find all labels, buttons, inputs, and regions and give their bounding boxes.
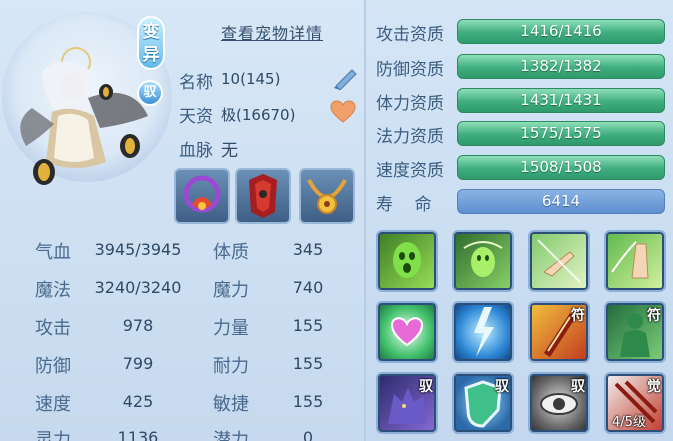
red-armor-icon: [249, 174, 277, 218]
aptitude-label-mana: 法力资质: [376, 127, 444, 147]
skill-yu-eye[interactable]: 驭: [528, 372, 590, 434]
aptitude-bar-attack: 1416/1416: [457, 19, 665, 44]
equip-slot-amulet[interactable]: [299, 168, 355, 224]
palm-icon: [611, 241, 649, 279]
name-label: 名称: [179, 73, 213, 93]
gold-amulet-icon: [307, 179, 347, 214]
aptitude-label-stamina: 体力资质: [376, 94, 444, 114]
skill-heart-shield[interactable]: [376, 301, 438, 363]
skill-tag-fu: 符: [571, 308, 585, 324]
stat-label-hp: 气血: [35, 242, 71, 263]
life-label: 寿 命: [376, 195, 432, 215]
stat-value-speed: 425: [122, 392, 154, 411]
aptitude-bar-mana: 1575/1575: [457, 121, 665, 146]
aptitude-bar-defense: 1382/1382: [457, 54, 665, 79]
aptitude-value: 极(16670): [221, 106, 296, 124]
skill-lightning[interactable]: [452, 301, 514, 363]
ghost-whirl-icon: [463, 241, 503, 277]
skill-tag-jue: 觉: [647, 379, 661, 395]
skill-yu-shield[interactable]: 驭: [452, 372, 514, 434]
stat-value-endurance: 155: [292, 354, 324, 373]
stat-value-hp: 3945/3945: [94, 240, 182, 259]
stat-value-defense: 799: [122, 354, 154, 373]
equip-slot-necklace-flame[interactable]: [174, 168, 230, 224]
stat-label-strength: 力量: [213, 318, 249, 339]
stat-label-agility: 敏捷: [213, 394, 249, 415]
stat-label-speed: 速度: [35, 394, 71, 415]
skill-ghost-face[interactable]: [376, 230, 438, 292]
stat-value-potential: 0: [302, 428, 314, 441]
stat-value-mp: 3240/3240: [94, 278, 182, 297]
skill-finger-point[interactable]: [528, 230, 590, 292]
awaken-level: 4/5级: [612, 415, 646, 430]
aptitude-label-speed: 速度资质: [376, 161, 444, 181]
skill-tag-fu-2: 符: [647, 308, 661, 324]
bloodline-value: 无: [221, 141, 238, 161]
skill-tag-yu-3: 驭: [571, 379, 585, 395]
pet-avatar[interactable]: 变异 驭: [2, 12, 172, 190]
flame-necklace-icon: [183, 175, 221, 213]
panel-divider: [364, 0, 366, 441]
stat-value-constitution: 345: [292, 240, 324, 259]
mount-badge: 驭: [137, 80, 163, 106]
aptitude-bar-speed: 1508/1508: [457, 155, 665, 180]
skill-tag-yu: 驭: [419, 379, 433, 395]
skill-palm-strike[interactable]: [604, 230, 666, 292]
heart-shield-icon: [390, 317, 424, 347]
variant-badge: 变异: [137, 16, 165, 70]
stat-label-potential: 潜力: [213, 430, 249, 441]
heart-icon[interactable]: [330, 100, 356, 124]
stat-label-defense: 防御: [35, 356, 71, 377]
skill-fu-figure[interactable]: 符: [604, 301, 666, 363]
pointing-hand-icon: [537, 239, 581, 283]
stat-label-mp: 魔法: [35, 280, 71, 301]
skill-jue-awaken[interactable]: 觉 4/5级: [604, 372, 666, 434]
aptitude-label-attack: 攻击资质: [376, 25, 444, 45]
stat-value-spirit: 1136: [117, 428, 159, 441]
stat-label-endurance: 耐力: [213, 356, 249, 377]
aptitude-bar-stamina: 1431/1431: [457, 88, 665, 113]
edit-name-icon[interactable]: [332, 66, 360, 90]
skill-tag-yu-2: 驭: [495, 379, 509, 395]
stat-value-strength: 155: [292, 316, 324, 335]
stat-value-attack: 978: [122, 316, 154, 335]
stat-label-spirit: 灵力: [35, 430, 71, 441]
bloodline-label: 血脉: [179, 141, 213, 161]
name-value: 10(145): [221, 70, 281, 88]
view-pet-detail-link[interactable]: 查看宠物详情: [221, 20, 323, 44]
stat-label-constitution: 体质: [213, 242, 249, 263]
aptitude-label: 天资: [179, 107, 213, 127]
stat-value-agility: 155: [292, 392, 324, 411]
life-bar: 6414: [457, 189, 665, 214]
stat-label-magic: 魔力: [213, 280, 249, 301]
skill-fu-blade[interactable]: 符: [528, 301, 590, 363]
lightning-icon: [474, 307, 494, 357]
skill-yu-wolf[interactable]: 驭: [376, 372, 438, 434]
aptitude-label-defense: 防御资质: [376, 60, 444, 80]
equip-slot-armor[interactable]: [235, 168, 291, 224]
skill-ghost-whirl[interactable]: [452, 230, 514, 292]
stat-label-attack: 攻击: [35, 318, 71, 339]
ghost-skill-icon: [393, 242, 421, 278]
stat-value-magic: 740: [292, 278, 324, 297]
